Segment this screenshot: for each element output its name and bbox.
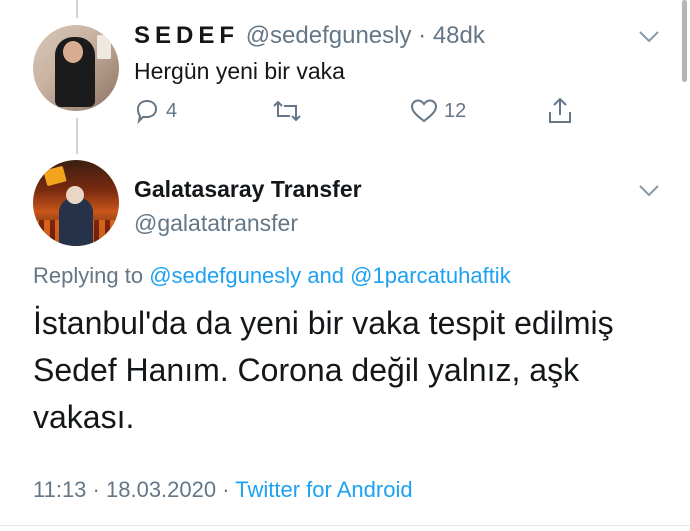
- mention-link[interactable]: @1parcatuhaftik: [350, 263, 511, 288]
- meta-separator: ·: [92, 477, 100, 502]
- share-icon: [549, 97, 571, 123]
- tweet2-time[interactable]: 11:13: [33, 477, 86, 502]
- avatar-face: [63, 41, 83, 63]
- mention-link[interactable]: @sedefgunesly: [149, 263, 301, 288]
- share-button[interactable]: [546, 96, 574, 126]
- tweet2-handle[interactable]: @galatatransfer: [134, 210, 298, 237]
- tweet1-time[interactable]: 48dk: [433, 22, 485, 49]
- avatar-face: [66, 186, 84, 204]
- and-label[interactable]: and: [307, 263, 344, 288]
- tweet1-display-name[interactable]: SEDEF: [134, 22, 239, 49]
- avatar-sedef[interactable]: [33, 25, 119, 111]
- like-count: 12: [444, 99, 467, 122]
- avatar-figure: [59, 198, 93, 246]
- tweet1-separator: ·: [418, 22, 427, 49]
- divider: [0, 525, 690, 526]
- avatar-galatasaray-transfer[interactable]: [33, 160, 119, 246]
- reply-button[interactable]: 4: [134, 98, 177, 124]
- tweet1-text: Hergün yeni bir vaka: [134, 58, 345, 84]
- meta-separator: ·: [222, 477, 230, 502]
- tweet1-handle[interactable]: @sedefgunesly: [246, 22, 412, 49]
- tweet2-date[interactable]: 18.03.2020: [106, 477, 216, 502]
- reply-count: 4: [166, 99, 178, 122]
- heart-icon: [410, 99, 438, 123]
- retweet-button[interactable]: [272, 98, 308, 124]
- replying-to-line: Replying to @sedefgunesly and @1parcatuh…: [33, 263, 511, 289]
- thread-line-bottom: [76, 118, 78, 154]
- retweet-icon: [273, 100, 301, 122]
- tweet2-text: İstanbul'da da yeni bir vaka tespit edil…: [33, 305, 614, 435]
- tweet1-header: SEDEF @sedefgunesly · 48dk: [134, 22, 485, 50]
- replying-to-label: Replying to: [33, 263, 144, 288]
- avatar-flag: [43, 165, 67, 187]
- reply-icon: [136, 99, 158, 124]
- tweet2-source[interactable]: Twitter for Android: [235, 477, 412, 502]
- thread-line-top: [76, 0, 78, 18]
- tweet2-meta: 11:13 · 18.03.2020 · Twitter for Android: [33, 477, 413, 503]
- like-button[interactable]: 12: [410, 98, 466, 124]
- avatar-bg-detail: [97, 35, 111, 59]
- scrollbar[interactable]: [682, 0, 687, 82]
- tweet2-display-name[interactable]: Galatasaray Transfer: [134, 176, 362, 203]
- chevron-down-icon[interactable]: [638, 184, 660, 198]
- chevron-down-icon[interactable]: [638, 30, 660, 44]
